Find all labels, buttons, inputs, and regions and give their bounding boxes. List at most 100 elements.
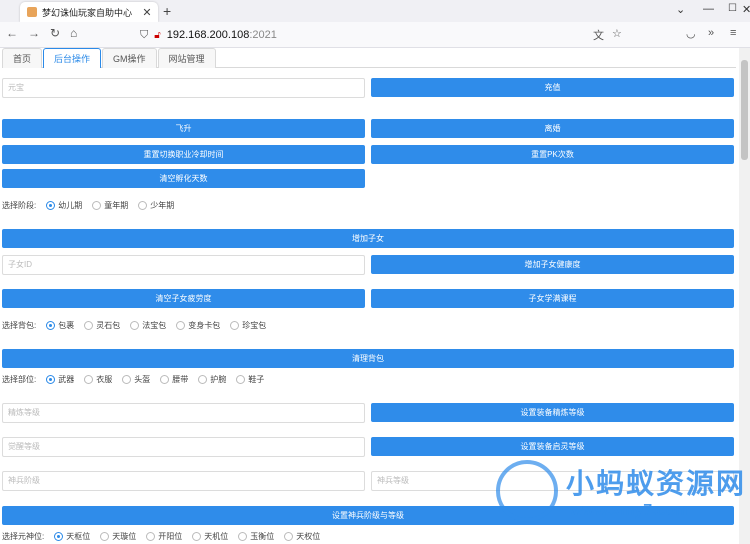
recharge-button[interactable]: 充值 — [371, 78, 734, 97]
weapon-stage-input[interactable]: 神兵阶级 — [2, 471, 365, 491]
tab-home[interactable]: 首页 — [2, 48, 43, 68]
stage-option-infant[interactable]: 幼儿期 — [46, 200, 82, 211]
radio-unchecked-icon — [122, 374, 132, 384]
ascend-button[interactable]: 飞升 — [2, 119, 365, 138]
bookmark-star-icon[interactable]: ☆ — [612, 27, 622, 40]
extensions-chevron-icon[interactable]: » — [708, 27, 714, 39]
radio-unchecked-icon — [236, 374, 246, 384]
bag-option-treasure[interactable]: 法宝包 — [130, 320, 166, 331]
role-input[interactable]: 元宝 — [2, 78, 365, 98]
stage-option-teen[interactable]: 少年期 — [138, 200, 174, 211]
minimize-icon[interactable]: — — [703, 3, 714, 15]
radio-unchecked-icon — [84, 374, 94, 384]
bag-option-stone[interactable]: 灵石包 — [84, 320, 120, 331]
set-refine-button[interactable]: 设置装备精炼等级 — [371, 403, 734, 422]
back-icon[interactable]: ← — [6, 26, 18, 40]
bag-label: 选择背包: — [2, 320, 37, 330]
radio-checked-icon — [46, 374, 56, 384]
radio-unchecked-icon — [146, 531, 156, 541]
part-option-helmet[interactable]: 头盔 — [122, 374, 150, 385]
tab-backend[interactable]: 后台操作 — [43, 48, 102, 68]
child-id-input[interactable]: 子女ID — [2, 255, 365, 275]
radio-unchecked-icon — [100, 531, 110, 541]
bag-option-transform[interactable]: 变身卡包 — [176, 320, 220, 331]
part-option-shoes[interactable]: 鞋子 — [236, 374, 264, 385]
menu-icon[interactable]: ≡ — [730, 27, 736, 39]
url-host: 192.168.200.108 — [166, 29, 250, 41]
divorce-button[interactable]: 离婚 — [371, 119, 734, 138]
close-tab-icon[interactable]: ✕ — [140, 6, 154, 19]
radio-unchecked-icon — [92, 200, 102, 210]
radio-unchecked-icon — [230, 320, 240, 330]
clear-incubate-button[interactable]: 清空孵化天数 — [2, 169, 365, 188]
radio-checked-icon — [54, 531, 64, 541]
insecure-lock-icon[interactable]: 🔓︎ — [154, 30, 160, 41]
url-bar[interactable]: ⛉ 🔓︎ 192.168.200.108 :2021 — [140, 25, 630, 45]
awaken-level-input[interactable]: 觉醒等级 — [2, 437, 365, 457]
child-study-button[interactable]: 子女学满课程 — [371, 289, 734, 308]
stage-radio-group: 选择阶段: 幼儿期 童年期 少年期 — [2, 198, 184, 212]
spirit-option-tianshu[interactable]: 天枢位 — [54, 531, 90, 542]
spirit-option-tianji[interactable]: 天机位 — [192, 531, 228, 542]
radio-unchecked-icon — [284, 531, 294, 541]
part-option-clothes[interactable]: 衣服 — [84, 374, 112, 385]
radio-unchecked-icon — [238, 531, 248, 541]
tab-site-admin[interactable]: 网站管理 — [157, 48, 216, 68]
reload-icon[interactable]: ↻ — [50, 26, 60, 40]
radio-unchecked-icon — [198, 374, 208, 384]
reset-pk-button[interactable]: 重置PK次数 — [371, 145, 734, 164]
spirit-option-kaiyang[interactable]: 开阳位 — [146, 531, 182, 542]
browser-tab[interactable]: 梦幻诛仙玩家自助中心 ✕ — [20, 2, 158, 22]
part-radio-group: 选择部位: 武器 衣服 头盔 腰带 护腕 鞋子 — [2, 372, 274, 386]
spirit-label: 选择元神位: — [2, 531, 45, 541]
spirit-option-tianquan[interactable]: 天权位 — [284, 531, 320, 542]
watermark: 小蚂蚁资源网 www.xmy7.com — [496, 460, 746, 540]
title-bar: 梦幻诛仙玩家自助中心 ✕ + ⌄ — ☐ ✕ — [0, 0, 750, 22]
radio-checked-icon — [46, 200, 56, 210]
add-child-health-button[interactable]: 增加子女健康度 — [371, 255, 734, 274]
spirit-option-yuheng[interactable]: 玉衡位 — [238, 531, 274, 542]
close-window-icon[interactable]: ✕ — [742, 3, 750, 16]
chevron-down-icon[interactable]: ⌄ — [676, 3, 685, 16]
clear-bag-button[interactable]: 清理背包 — [2, 349, 734, 368]
watermark-title: 小蚂蚁资源网 — [566, 468, 747, 499]
nav-bar: ← → ↻ ⌂ ⛉ 🔓︎ 192.168.200.108 :2021 文 ☆ ◡… — [0, 22, 750, 48]
site-favicon-icon — [27, 7, 37, 17]
translate-icon[interactable]: 文 — [593, 27, 604, 43]
maximize-icon[interactable]: ☐ — [728, 3, 737, 14]
part-option-bracer[interactable]: 护腕 — [198, 374, 226, 385]
radio-unchecked-icon — [130, 320, 140, 330]
refine-level-input[interactable]: 精炼等级 — [2, 403, 365, 423]
part-option-weapon[interactable]: 武器 — [46, 374, 74, 385]
tab-title: 梦幻诛仙玩家自助中心 — [42, 7, 133, 18]
radio-unchecked-icon — [138, 200, 148, 210]
radio-unchecked-icon — [192, 531, 202, 541]
spirit-radio-group: 选择元神位: 天枢位 天璇位 开阳位 天机位 玉衡位 天权位 — [2, 529, 330, 543]
radio-unchecked-icon — [176, 320, 186, 330]
scrollbar-thumb[interactable] — [741, 60, 748, 160]
reset-job-cooldown-button[interactable]: 重置切换职业冷却时间 — [2, 145, 365, 164]
radio-unchecked-icon — [84, 320, 94, 330]
bag-option-jewel[interactable]: 珍宝包 — [230, 320, 266, 331]
radio-checked-icon — [46, 320, 56, 330]
tab-gm[interactable]: GM操作 — [102, 48, 157, 68]
watermark-logo-icon — [496, 460, 558, 522]
stage-option-child[interactable]: 童年期 — [92, 200, 128, 211]
bag-option-package[interactable]: 包裹 — [46, 320, 74, 331]
part-option-belt[interactable]: 腰带 — [160, 374, 188, 385]
add-child-button[interactable]: 增加子女 — [2, 229, 734, 248]
stage-label: 选择阶段: — [2, 200, 37, 210]
forward-icon[interactable]: → — [28, 26, 40, 40]
home-icon[interactable]: ⌂ — [70, 26, 77, 40]
url-port: :2021 — [249, 29, 277, 41]
clear-child-fatigue-button[interactable]: 清空子女疲劳度 — [2, 289, 365, 308]
set-awaken-button[interactable]: 设置装备启灵等级 — [371, 437, 734, 456]
new-tab-icon[interactable]: + — [163, 3, 171, 19]
watermark-url: www.xmy7.com — [570, 502, 690, 519]
radio-unchecked-icon — [160, 374, 170, 384]
part-label: 选择部位: — [2, 374, 37, 384]
page-tabs: 首页 后台操作 GM操作 网站管理 — [2, 48, 736, 68]
spirit-option-tianxuan[interactable]: 天璇位 — [100, 531, 136, 542]
pocket-icon[interactable]: ◡ — [686, 27, 696, 40]
shield-icon[interactable]: ⛉ — [140, 29, 148, 42]
